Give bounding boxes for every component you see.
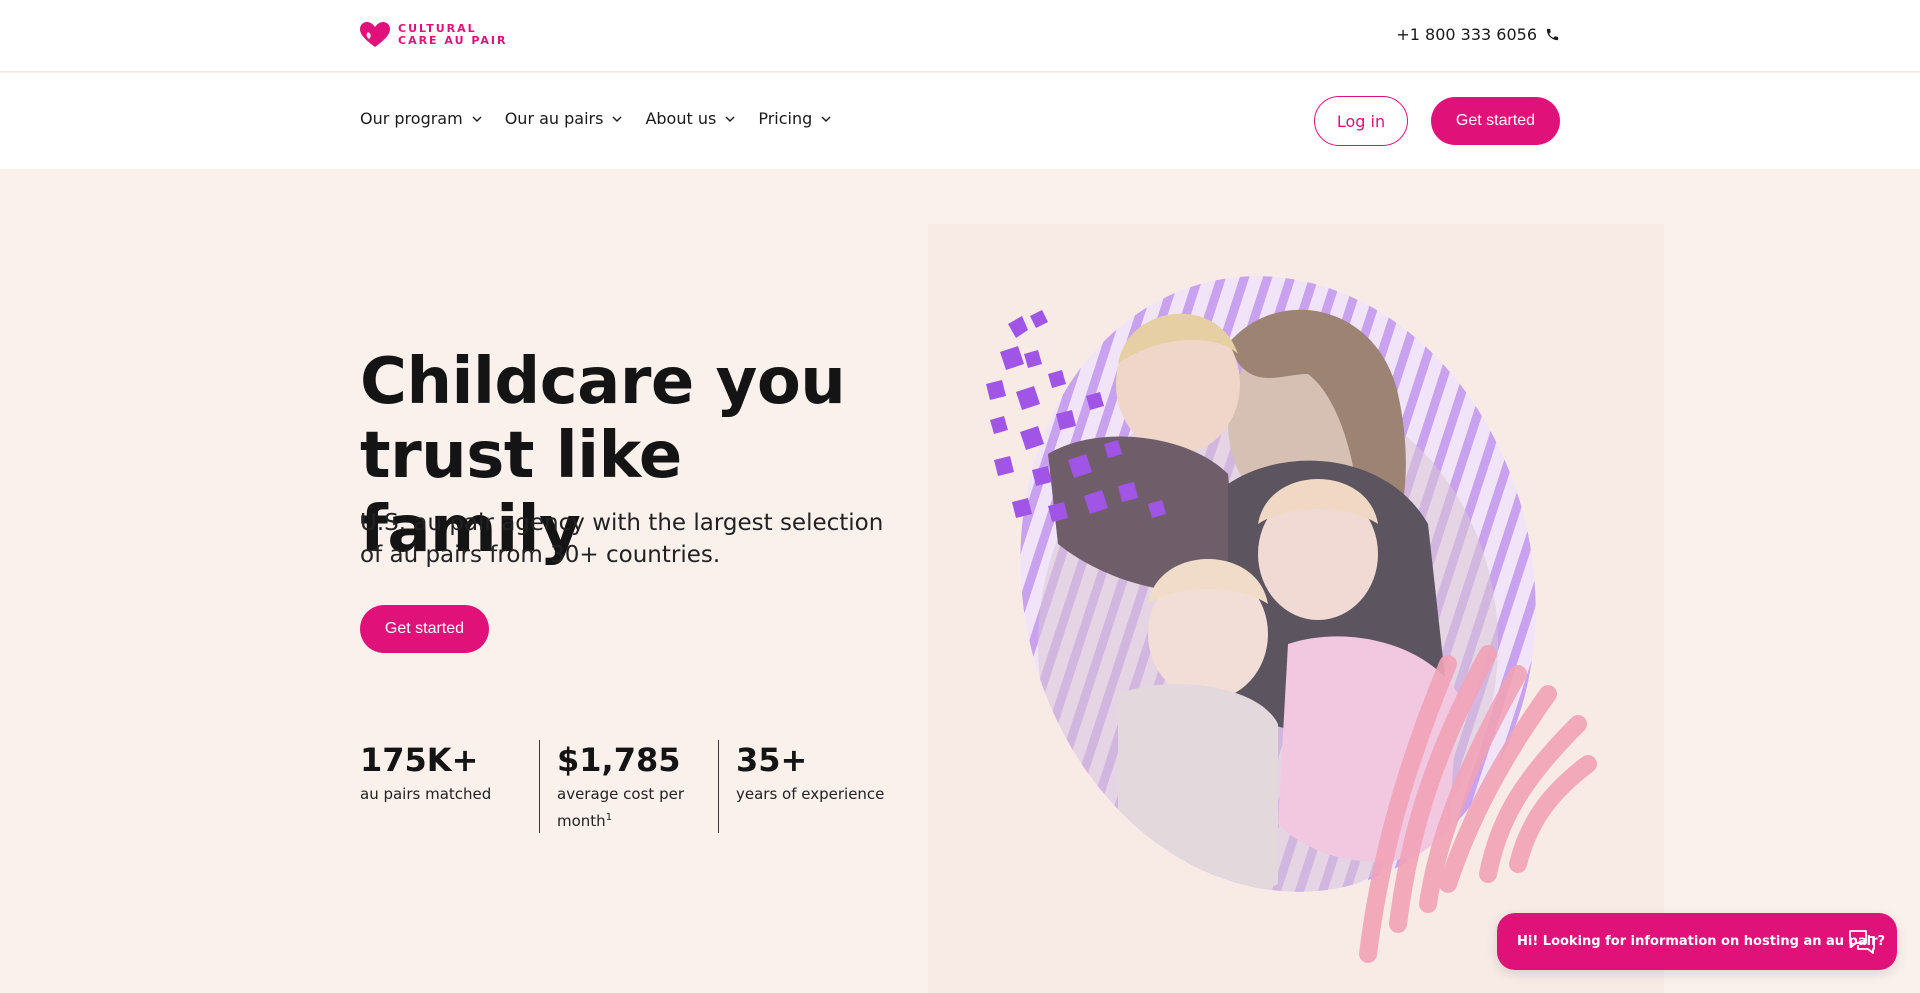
nav-item-label: Our au pairs: [504, 109, 604, 128]
phone-link[interactable]: +1 800 333 6056: [1396, 25, 1560, 44]
chevron-down-icon: [725, 116, 735, 122]
login-button[interactable]: Log in: [1314, 96, 1408, 146]
phone-number: +1 800 333 6056: [1396, 25, 1537, 44]
stat-value: $1,785: [557, 741, 681, 779]
chevron-down-icon: [821, 116, 831, 122]
nav-item-pricing[interactable]: Pricing: [758, 109, 832, 128]
chevron-down-icon: [612, 116, 622, 122]
nav-item-our-au-pairs[interactable]: Our au pairs: [505, 109, 624, 128]
heart-logo-icon: [360, 22, 390, 47]
chat-message: Hi! Looking for information on hosting a…: [1517, 934, 1886, 949]
logo-line-2: CARE AU PAIR: [398, 34, 508, 47]
stat-average-cost: $1,785 average cost per month1: [539, 740, 718, 833]
footnote-marker[interactable]: 1: [606, 812, 612, 823]
stat-value: 175K+: [360, 741, 479, 779]
stat-au-pairs-matched: 175K+ au pairs matched: [360, 740, 539, 833]
stat-label: au pairs matched: [360, 785, 492, 803]
main-nav: Our program Our au pairs About us Pricin…: [0, 73, 1920, 169]
hero-image: [928, 224, 1664, 993]
stat-value: 35+: [736, 741, 808, 779]
phone-icon: [1546, 28, 1559, 41]
nav-item-label: About us: [645, 109, 717, 128]
chat-widget[interactable]: Hi! Looking for information on hosting a…: [1497, 913, 1897, 970]
hero-subtitle: U.S. au pair agency with the largest sel…: [360, 510, 884, 568]
chat-bubbles-icon: [1849, 930, 1875, 954]
hero-get-started-button[interactable]: Get started: [360, 605, 489, 653]
stat-label: average cost per month1: [557, 785, 684, 830]
logo-wordmark: CULTURAL CARE AU PAIR: [398, 23, 507, 47]
brand-logo[interactable]: CULTURAL CARE AU PAIR: [360, 22, 507, 48]
top-bar: CULTURAL CARE AU PAIR +1 800 333 6056: [0, 0, 1920, 72]
nav-item-label: Pricing: [758, 109, 813, 128]
family-photo-illustration: [986, 276, 1597, 963]
nav-menu: Our program Our au pairs About us Pricin…: [360, 109, 832, 128]
nav-get-started-button[interactable]: Get started: [1431, 97, 1560, 145]
nav-item-label: Our program: [360, 109, 463, 128]
chevron-down-icon: [472, 116, 482, 122]
stat-label: years of experience: [736, 785, 885, 803]
nav-item-our-program[interactable]: Our program: [360, 109, 483, 128]
nav-item-about-us[interactable]: About us: [645, 109, 736, 128]
stats-row: 175K+ au pairs matched $1,785 average co…: [360, 740, 897, 833]
stat-years-experience: 35+ years of experience: [718, 740, 897, 833]
